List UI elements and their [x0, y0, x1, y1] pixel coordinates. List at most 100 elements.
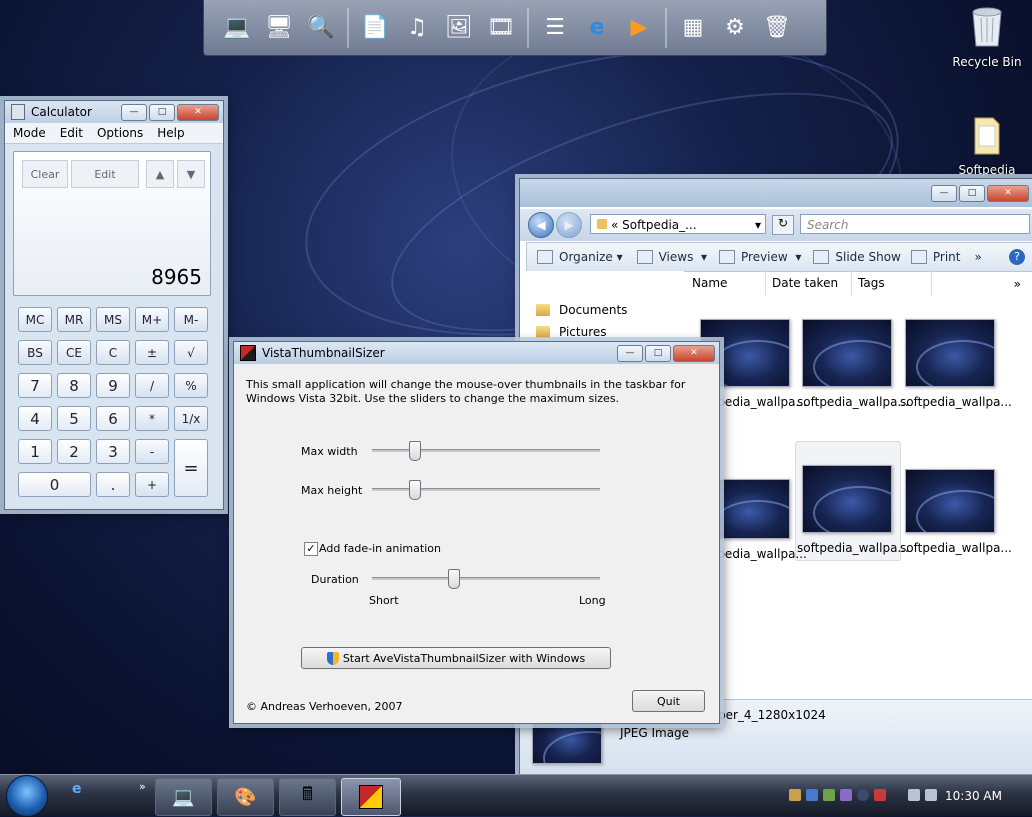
- start-with-windows-button[interactable]: Start AveVistaThumbnailSizer with Window…: [301, 647, 611, 669]
- history-clear-button[interactable]: Clear: [22, 160, 68, 188]
- chevron-down-icon[interactable]: ▾: [755, 215, 761, 235]
- clock[interactable]: 10:30 AM: [945, 789, 1002, 803]
- organize-button[interactable]: Organize ▾: [537, 250, 623, 264]
- minimize-button[interactable]: —: [931, 184, 957, 202]
- gear-icon[interactable]: ⚙: [717, 10, 753, 46]
- key-9[interactable]: 9: [96, 373, 130, 398]
- search-input[interactable]: Search: [800, 214, 1030, 234]
- control-panel-icon[interactable]: ▦: [675, 10, 711, 46]
- quit-button[interactable]: Quit: [632, 690, 705, 712]
- history-edit-button[interactable]: Edit: [71, 160, 139, 188]
- music-icon[interactable]: ♫: [399, 10, 435, 46]
- tray-icon[interactable]: [789, 789, 801, 801]
- document-icon[interactable]: 📄: [357, 10, 393, 46]
- columns-more-chevron[interactable]: »: [1014, 277, 1021, 291]
- maximize-button[interactable]: □: [645, 344, 671, 362]
- more-commands-button[interactable]: »: [974, 250, 981, 264]
- nav-item-pictures[interactable]: Pictures: [536, 325, 607, 339]
- key-subtract[interactable]: -: [135, 439, 169, 464]
- slider-thumb[interactable]: [448, 569, 460, 589]
- key-c[interactable]: C: [96, 340, 130, 365]
- search-icon[interactable]: 🔍: [303, 10, 339, 46]
- recycle-bin-icon[interactable]: 🗑: [759, 10, 795, 46]
- key-mr[interactable]: MR: [57, 307, 91, 332]
- internet-explorer-icon[interactable]: e: [72, 781, 82, 797]
- nav-item-documents[interactable]: Documents: [536, 303, 627, 317]
- key-plus-minus[interactable]: ±: [135, 340, 169, 365]
- key-m-plus[interactable]: M+: [135, 307, 169, 332]
- tray-icon[interactable]: [840, 789, 852, 801]
- slideshow-button[interactable]: Slide Show: [813, 250, 901, 264]
- explorer-titlebar[interactable]: — □ ✕: [520, 179, 1032, 207]
- tasks-icon[interactable]: ☰: [537, 10, 573, 46]
- slider-thumb[interactable]: [409, 441, 421, 461]
- quicklaunch-chevron[interactable]: »: [139, 780, 146, 793]
- address-field[interactable]: « Softpedia_... ▾: [590, 214, 766, 234]
- key-ms[interactable]: MS: [96, 307, 130, 332]
- fade-checkbox[interactable]: ✓: [304, 542, 318, 556]
- computer-icon[interactable]: 💻: [219, 10, 255, 46]
- key-divide[interactable]: /: [135, 373, 169, 398]
- pictures-icon[interactable]: 🖼: [441, 10, 477, 46]
- taskbar-button-calculator[interactable]: 🖩: [279, 778, 336, 816]
- key-mc[interactable]: MC: [18, 307, 52, 332]
- sizer-titlebar[interactable]: VistaThumbnailSizer — □ ✕: [234, 342, 719, 364]
- taskbar-button-sizer[interactable]: [341, 778, 401, 816]
- close-button[interactable]: ✕: [673, 344, 715, 362]
- taskbar-button-paint[interactable]: 🎨: [217, 778, 274, 816]
- forward-arrow-icon[interactable]: ▶: [556, 212, 582, 238]
- key-ce[interactable]: CE: [57, 340, 91, 365]
- menu-help[interactable]: Help: [157, 126, 184, 140]
- max-height-slider[interactable]: [372, 479, 600, 501]
- desktop-icon-softpedia[interactable]: Softpedia: [947, 112, 1027, 177]
- calculator-titlebar[interactable]: Calculator — □ ✕: [5, 101, 223, 123]
- key-m-minus[interactable]: M-: [174, 307, 208, 332]
- back-arrow-icon[interactable]: ◀: [528, 212, 554, 238]
- key-decimal[interactable]: .: [96, 472, 130, 497]
- thumbnail-item[interactable]: softpedia_wallpa...: [900, 319, 1012, 409]
- menu-mode[interactable]: Mode: [13, 126, 46, 140]
- slider-thumb[interactable]: [409, 480, 421, 500]
- maximize-button[interactable]: □: [959, 184, 985, 202]
- close-button[interactable]: ✕: [987, 184, 1029, 202]
- duration-slider[interactable]: [372, 568, 600, 590]
- key-sqrt[interactable]: √: [174, 340, 208, 365]
- key-7[interactable]: 7: [18, 373, 52, 398]
- thumbnail-item[interactable]: softpedia_wallpa...: [900, 469, 1012, 555]
- key-0[interactable]: 0: [18, 472, 91, 497]
- key-4[interactable]: 4: [18, 406, 52, 431]
- key-backspace[interactable]: BS: [18, 340, 52, 365]
- column-header-tags[interactable]: Tags: [852, 271, 932, 295]
- history-down-button[interactable]: ▼: [177, 160, 205, 188]
- shield-icon[interactable]: [874, 789, 886, 801]
- tray-icon[interactable]: [806, 789, 818, 801]
- close-button[interactable]: ✕: [177, 103, 219, 121]
- maximize-button[interactable]: □: [149, 103, 175, 121]
- key-add[interactable]: +: [135, 472, 169, 497]
- minimize-button[interactable]: —: [617, 344, 643, 362]
- network-icon[interactable]: [908, 789, 920, 801]
- history-up-button[interactable]: ▲: [146, 160, 174, 188]
- key-3[interactable]: 3: [96, 439, 130, 464]
- key-5[interactable]: 5: [57, 406, 91, 431]
- views-button[interactable]: Views ▾: [636, 250, 707, 264]
- print-button[interactable]: Print: [910, 250, 960, 264]
- key-6[interactable]: 6: [96, 406, 130, 431]
- key-reciprocal[interactable]: 1/x: [174, 406, 208, 431]
- menu-options[interactable]: Options: [97, 126, 143, 140]
- column-header-date[interactable]: Date taken: [766, 271, 852, 295]
- internet-explorer-icon[interactable]: e: [579, 10, 615, 46]
- taskbar-button-computer[interactable]: 💻: [155, 778, 212, 816]
- key-8[interactable]: 8: [57, 373, 91, 398]
- key-equals[interactable]: =: [174, 439, 208, 497]
- thumbnail-item[interactable]: softpedia_wallpa...: [797, 319, 909, 409]
- help-icon[interactable]: ?: [1009, 249, 1025, 265]
- key-multiply[interactable]: *: [135, 406, 169, 431]
- tray-icon[interactable]: [857, 789, 869, 801]
- column-header-name[interactable]: Name: [686, 271, 766, 295]
- minimize-button[interactable]: —: [121, 103, 147, 121]
- network-icon[interactable]: 🖥: [261, 10, 297, 46]
- video-icon[interactable]: 🎞: [483, 10, 519, 46]
- key-percent[interactable]: %: [174, 373, 208, 398]
- tray-icon[interactable]: [823, 789, 835, 801]
